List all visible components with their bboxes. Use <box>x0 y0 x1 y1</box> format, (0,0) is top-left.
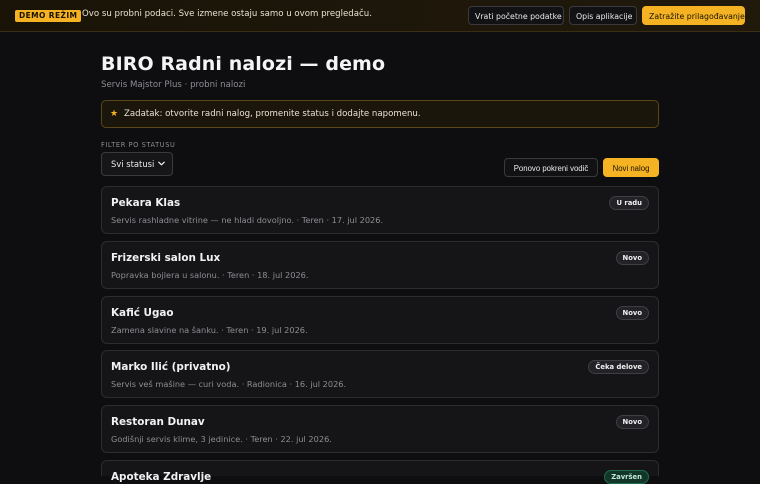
order-description: Servis veš mašine — curi voda. · Radioni… <box>111 379 347 389</box>
filter-label: FILTER PO STATUSU <box>101 141 176 149</box>
about-app-button[interactable]: Opis aplikacije <box>569 6 637 25</box>
request-customization-button[interactable]: Zatražite prilagođavanje <box>642 6 745 25</box>
status-badge: Novo <box>615 415 649 429</box>
status-badge: Novo <box>615 251 649 265</box>
order-description: Popravka bojlera u salonu. · Teren · 18.… <box>111 270 309 280</box>
status-badge: Novo <box>615 306 649 320</box>
order-card[interactable]: Pekara Klas Servis rashladne vitrine — n… <box>101 186 659 234</box>
order-name: Pekara Klas <box>111 197 181 209</box>
order-card[interactable]: Apoteka Zdravlje Završen <box>101 460 659 484</box>
task-hint: ★ Zadatak: otvorite radni nalog, promeni… <box>101 100 659 128</box>
order-name: Kafić Ugao <box>111 307 174 319</box>
page-subtitle: Servis Majstor Plus · probni nalozi <box>101 80 246 90</box>
status-badge: U radu <box>609 196 649 210</box>
order-card[interactable]: Restoran Dunav Godišnji servis klime, 3 … <box>101 405 659 453</box>
chevron-down-icon <box>158 161 165 166</box>
order-description: Zamena slavine na šanku. · Teren · 19. j… <box>111 325 308 335</box>
status-filter-value: Svi statusi <box>111 159 155 169</box>
demo-badge: DEMO REŽIM <box>15 10 82 22</box>
order-name: Frizerski salon Lux <box>111 252 221 264</box>
order-name: Restoran Dunav <box>111 416 205 428</box>
reset-data-button[interactable]: Vrati početne podatke <box>468 6 564 25</box>
order-card[interactable]: Frizerski salon Lux Popravka bojlera u s… <box>101 241 659 289</box>
order-name: Marko Ilić (privatno) <box>111 361 231 373</box>
demo-bar: DEMO REŽIM Ovo su probni podaci. Sve izm… <box>0 0 760 32</box>
status-badge: Završen <box>604 470 649 484</box>
restart-guide-button[interactable]: Ponovo pokreni vodič <box>504 158 598 177</box>
task-text: Zadatak: otvorite radni nalog, promenite… <box>124 109 421 119</box>
demo-message: Ovo su probni podaci. Sve izmene ostaju … <box>82 9 372 19</box>
order-description: Servis rashladne vitrine — ne hladi dovo… <box>111 215 384 225</box>
star-icon: ★ <box>110 109 119 119</box>
order-card[interactable]: Kafić Ugao Zamena slavine na šanku. · Te… <box>101 296 659 344</box>
page-title: BIRO Radni nalozi — demo <box>101 53 386 75</box>
status-filter-select[interactable]: Svi statusi <box>101 152 173 176</box>
status-badge: Čeka delove <box>588 360 649 374</box>
new-order-button[interactable]: Novi nalog <box>603 158 659 177</box>
order-description: Godišnji servis klime, 3 jedinice. · Ter… <box>111 434 332 444</box>
order-card[interactable]: Marko Ilić (privatno) Servis veš mašine … <box>101 350 659 398</box>
order-name: Apoteka Zdravlje <box>111 471 212 483</box>
